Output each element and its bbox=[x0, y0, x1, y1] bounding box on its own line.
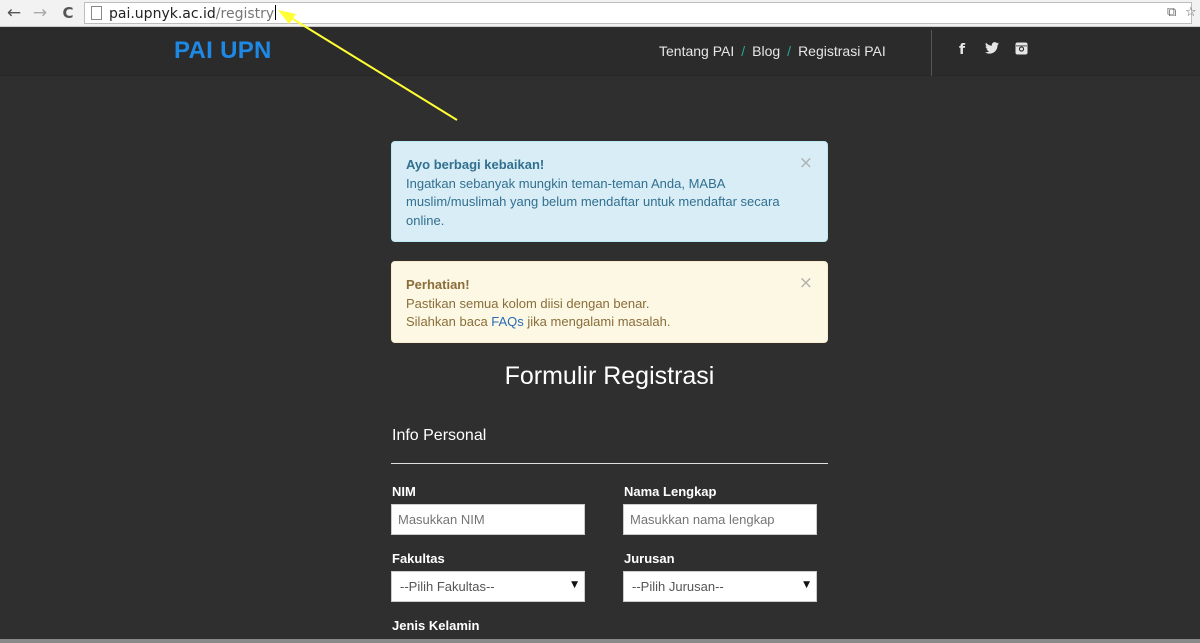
browser-toolbar: ← → C pai.upnyk.ac.id/registry ⧉ ☆ bbox=[0, 0, 1200, 27]
facebook-icon[interactable]: f bbox=[959, 42, 965, 58]
translate-icon[interactable]: ⧉ bbox=[1167, 5, 1176, 20]
info-alert-title: Ayo berbagi kebaikan! bbox=[406, 157, 545, 172]
warning-alert-line1: Pastikan semua kolom diisi dengan benar. bbox=[406, 295, 650, 311]
jurusan-select[interactable]: --Pilih Jurusan-- ▼ bbox=[623, 571, 817, 602]
section-divider bbox=[391, 463, 828, 464]
back-icon[interactable]: ← bbox=[4, 3, 24, 23]
fakultas-value: --Pilih Fakultas-- bbox=[400, 579, 495, 594]
nama-label: Nama Lengkap bbox=[624, 484, 717, 499]
section-title: Info Personal bbox=[392, 427, 487, 444]
star-icon[interactable]: ☆ bbox=[1185, 5, 1197, 20]
forward-icon[interactable]: → bbox=[30, 3, 50, 23]
site-header: PAI UPN Tentang PAI / Blog / Registrasi PAI … bbox=[0, 28, 1200, 76]
warning-alert: Perhatian! Pastikan semua kolom diisi de… bbox=[391, 261, 828, 343]
nav-separator: / bbox=[741, 43, 746, 59]
warning-alert-line2: Silahkan baca FAQs jika mengalami masala… bbox=[406, 313, 813, 332]
info-alert-body: Ingatkan sebanyak mungkin teman-teman An… bbox=[406, 175, 780, 228]
url-text[interactable]: pai.upnyk.ac.id/registry bbox=[109, 5, 277, 22]
warning-alert-title: Perhatian! bbox=[406, 277, 470, 292]
close-icon[interactable]: × bbox=[799, 154, 813, 173]
fakultas-label: Fakultas bbox=[392, 551, 445, 566]
fakultas-select[interactable]: --Pilih Fakultas-- ▼ bbox=[391, 571, 585, 602]
nim-input[interactable] bbox=[391, 504, 585, 535]
page-icon bbox=[91, 6, 102, 20]
gender-label: Jenis Kelamin bbox=[392, 618, 480, 633]
brand-logo[interactable]: PAI UPN bbox=[174, 37, 272, 65]
nav-blog[interactable]: Blog bbox=[752, 43, 780, 59]
text-caret bbox=[275, 5, 277, 20]
chevron-down-icon: ▼ bbox=[571, 580, 578, 590]
chevron-down-icon: ▼ bbox=[803, 580, 810, 590]
form-title: Formulir Registrasi bbox=[504, 362, 715, 390]
faqs-link[interactable]: FAQs bbox=[491, 314, 524, 329]
twitter-icon[interactable] bbox=[985, 42, 999, 58]
main-nav: Tentang PAI / Blog / Registrasi PAI bbox=[659, 43, 886, 59]
header-divider bbox=[931, 30, 932, 76]
jurusan-label: Jurusan bbox=[624, 551, 675, 566]
jurusan-value: --Pilih Jurusan-- bbox=[632, 579, 724, 594]
instagram-icon[interactable] bbox=[1015, 42, 1028, 59]
address-bar[interactable]: pai.upnyk.ac.id/registry ⧉ ☆ bbox=[84, 2, 1197, 24]
reload-icon[interactable]: C bbox=[58, 3, 78, 23]
nav-separator: / bbox=[787, 43, 792, 59]
nav-registrasi-pai[interactable]: Registrasi PAI bbox=[798, 43, 886, 59]
taskbar-edge bbox=[0, 639, 1200, 643]
info-alert: Ayo berbagi kebaikan! Ingatkan sebanyak … bbox=[391, 141, 828, 242]
url-host: pai.upnyk.ac.id bbox=[109, 6, 216, 22]
url-path: /registry bbox=[215, 6, 275, 22]
warning-text: Silahkan baca bbox=[406, 314, 492, 329]
warning-text: jika mengalami masalah. bbox=[523, 314, 671, 329]
nim-label: NIM bbox=[392, 484, 416, 499]
close-icon[interactable]: × bbox=[799, 274, 813, 293]
nama-input[interactable] bbox=[623, 504, 817, 535]
nav-tentang-pai[interactable]: Tentang PAI bbox=[659, 43, 734, 59]
